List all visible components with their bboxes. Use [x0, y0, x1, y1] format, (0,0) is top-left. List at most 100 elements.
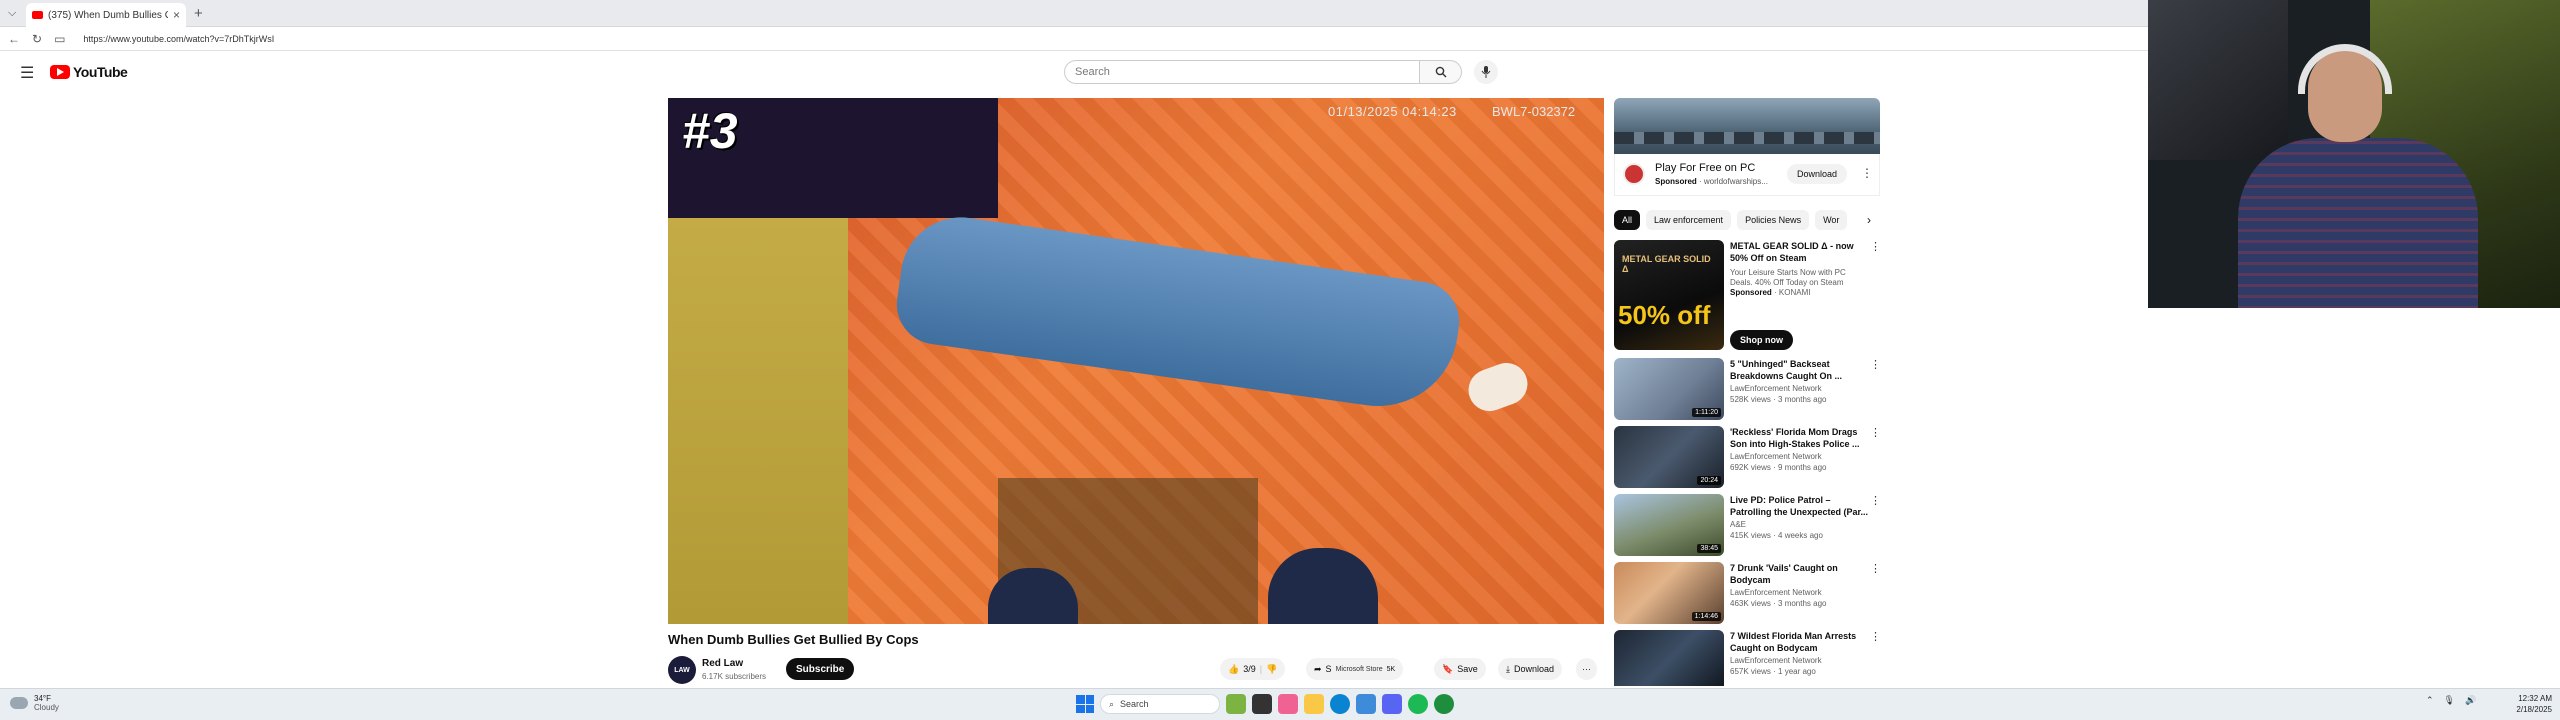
share-tooltip: Microsoft Store [1335, 665, 1383, 673]
system-tray: ⌃ 🎙 🔊 [2426, 695, 2476, 706]
save-button[interactable]: 🔖 Save [1434, 658, 1486, 680]
weather-widget[interactable]: 34°F Cloudy [10, 694, 59, 712]
tab-menu-chevron-icon[interactable]: ⌵ [8, 7, 16, 20]
more-vertical-icon[interactable]: ⋮ [1870, 630, 1880, 643]
chevron-up-icon[interactable]: ⌃ [2426, 695, 2434, 706]
search-icon [1435, 66, 1446, 78]
clock[interactable]: 12:32 AM 2/18/2025 [2498, 693, 2552, 715]
microsoft-store-icon[interactable] [1356, 694, 1376, 714]
video-thumbnail[interactable]: 1:11:20 [1614, 358, 1724, 420]
ad-download-button[interactable]: Download [1787, 164, 1848, 184]
recommendation-title[interactable]: 7 Drunk 'Vails' Caught on Bodycam [1730, 562, 1870, 586]
thumbs-down-icon[interactable]: 👎 [1266, 664, 1277, 675]
screen: ⌵ (375) When Dumb Bullies Get... × + ← ↻… [0, 0, 2560, 720]
new-tab-button[interactable]: + [194, 5, 203, 22]
browser-tab[interactable]: (375) When Dumb Bullies Get... × [26, 3, 186, 27]
ad-title[interactable]: Play For Free on PC [1655, 162, 1755, 174]
taskbar-search[interactable]: ⌕ Search [1100, 694, 1220, 714]
thumbnail-discount: 50% off [1618, 300, 1711, 330]
hamburger-menu-icon[interactable]: ☰ [20, 63, 34, 83]
microphone-tray-icon[interactable]: 🎙 [2444, 695, 2455, 706]
more-vertical-icon[interactable]: ⋮ [1870, 426, 1881, 439]
widgets-icon[interactable] [1226, 694, 1246, 714]
recommendation-channel[interactable]: LawEnforcement Network [1730, 588, 1822, 597]
thumbnail-heading: METAL GEAR SOLID Δ [1622, 254, 1711, 274]
url-field[interactable]: https://www.youtube.com/watch?v=7rDhTkjr… [83, 34, 274, 44]
chip-policies-news[interactable]: Policies News [1737, 210, 1810, 230]
shop-now-button[interactable]: Shop now [1730, 330, 1793, 350]
chip-wor[interactable]: Wor [1815, 210, 1848, 230]
address-bar: ← ↻ ▭ https://www.youtube.com/watch?v=7r… [0, 27, 2148, 51]
share-label: S [1325, 664, 1332, 674]
video-overlay-rank: #3 [682, 103, 738, 159]
recommendation-channel[interactable]: LawEnforcement Network [1730, 384, 1822, 393]
channel-name[interactable]: Red Law [702, 658, 743, 669]
video-thumbnail[interactable]: METAL GEAR SOLID Δ 50% off [1614, 240, 1724, 350]
spotify-icon[interactable] [1408, 694, 1428, 714]
video-thumbnail[interactable]: 20:24 [1614, 426, 1724, 488]
list-item[interactable]: 1:14:46 7 Drunk 'Vails' Caught on Bodyca… [1614, 562, 1881, 628]
volume-icon[interactable]: 🔊 [2465, 695, 2476, 706]
list-item[interactable]: 38:45 Live PD: Police Patrol – Patrollin… [1614, 494, 1881, 560]
list-item[interactable]: 20:24 'Reckless' Florida Mom Drags Son i… [1614, 426, 1881, 492]
chip-all[interactable]: All [1614, 210, 1641, 230]
task-view-icon[interactable] [1252, 694, 1272, 714]
share-count: 5K [1386, 665, 1396, 673]
reload-icon[interactable]: ↻ [32, 32, 42, 46]
tab-close-icon[interactable]: × [173, 8, 180, 22]
youtube-logo[interactable]: YouTube [50, 64, 128, 80]
edge-browser-icon[interactable] [1330, 694, 1350, 714]
video-thumbnail[interactable] [1614, 630, 1724, 686]
recommendation-title[interactable]: 5 "Unhinged" Backseat Breakdowns Caught … [1730, 358, 1870, 382]
more-actions-button[interactable]: ··· [1576, 658, 1597, 680]
chip-law-enforcement[interactable]: Law enforcement [1646, 210, 1732, 230]
clock-date: 2/18/2025 [2516, 705, 2552, 714]
recommendation-channel[interactable]: A&E [1730, 520, 1746, 529]
voice-search-button[interactable] [1474, 60, 1498, 84]
ad-banner-image[interactable] [1614, 98, 1880, 154]
list-item[interactable]: 7 Wildest Florida Man Arrests Caught on … [1614, 630, 1880, 686]
video-duration: 1:14:46 [1691, 612, 1721, 621]
discord-icon[interactable] [1382, 694, 1402, 714]
recommendation-meta: 528K views · 3 months ago [1730, 395, 1827, 404]
sponsored-label: Sponsored [1730, 288, 1772, 297]
search-input[interactable]: Search [1064, 60, 1420, 84]
recommendation-channel[interactable]: LawEnforcement Network [1730, 452, 1822, 461]
video-player[interactable]: #3 01/13/2025 04:14:23 BWL7-032372 [668, 98, 1604, 624]
back-arrow-icon[interactable]: ← [8, 32, 20, 46]
more-vertical-icon[interactable]: ⋮ [1870, 494, 1881, 507]
video-thumbnail[interactable]: 1:14:46 [1614, 562, 1724, 624]
download-button[interactable]: ⤓ Download [1498, 658, 1563, 680]
chevron-right-icon[interactable]: › [1858, 210, 1880, 230]
list-item[interactable]: 1:11:20 5 "Unhinged" Backseat Breakdowns… [1614, 358, 1881, 424]
recommendation-title[interactable]: 'Reckless' Florida Mom Drags Son into Hi… [1730, 426, 1870, 450]
video-thumbnail[interactable]: 38:45 [1614, 494, 1724, 556]
ad-card[interactable]: Play For Free on PC Sponsored · worldofw… [1614, 154, 1880, 196]
more-vertical-icon[interactable]: ⋮ [1870, 358, 1881, 371]
bookmark-icon: 🔖 [1442, 663, 1454, 674]
like-button[interactable]: 👍 3/9 | 👎 [1220, 658, 1286, 680]
youtube-play-logo-icon [50, 65, 70, 79]
channel-avatar[interactable]: LAW [668, 656, 696, 684]
file-explorer-icon[interactable] [1304, 694, 1324, 714]
recommendation-title[interactable]: 7 Wildest Florida Man Arrests Caught on … [1730, 630, 1870, 654]
ad-more-vertical-icon[interactable]: ⋮ [1861, 166, 1873, 180]
filter-chips: All Law enforcement Policies News Wor [1614, 210, 1880, 232]
channel-row: LAW Red Law 6.17K subscribers Subscribe … [668, 654, 1604, 686]
more-vertical-icon[interactable]: ⋮ [1870, 562, 1881, 575]
ad-domain: · worldofwarships... [1699, 177, 1768, 186]
copilot-icon[interactable] [1278, 694, 1298, 714]
chrome-icon[interactable] [1434, 694, 1454, 714]
recommendation-title[interactable]: Live PD: Police Patrol – Patrolling the … [1730, 494, 1870, 518]
share-button[interactable]: ➦ S Microsoft Store 5K [1306, 658, 1404, 680]
search-button[interactable] [1420, 60, 1462, 84]
recommendation-channel[interactable]: LawEnforcement Network [1730, 656, 1822, 665]
more-vertical-icon[interactable]: ⋮ [1870, 240, 1881, 253]
windows-start-icon[interactable] [1076, 695, 1094, 713]
subscribe-button[interactable]: Subscribe [786, 658, 855, 680]
recommendation-title[interactable]: METAL GEAR SOLID Δ - now 50% Off on Stea… [1730, 240, 1870, 264]
page-info-icon[interactable]: ▭ [54, 32, 65, 46]
list-item-sponsored[interactable]: METAL GEAR SOLID Δ 50% off METAL GEAR SO… [1614, 240, 1881, 352]
browser-tabbar: ⌵ (375) When Dumb Bullies Get... × + [0, 0, 2148, 27]
video-overlay-timestamp: 01/13/2025 04:14:23 [1328, 104, 1457, 119]
